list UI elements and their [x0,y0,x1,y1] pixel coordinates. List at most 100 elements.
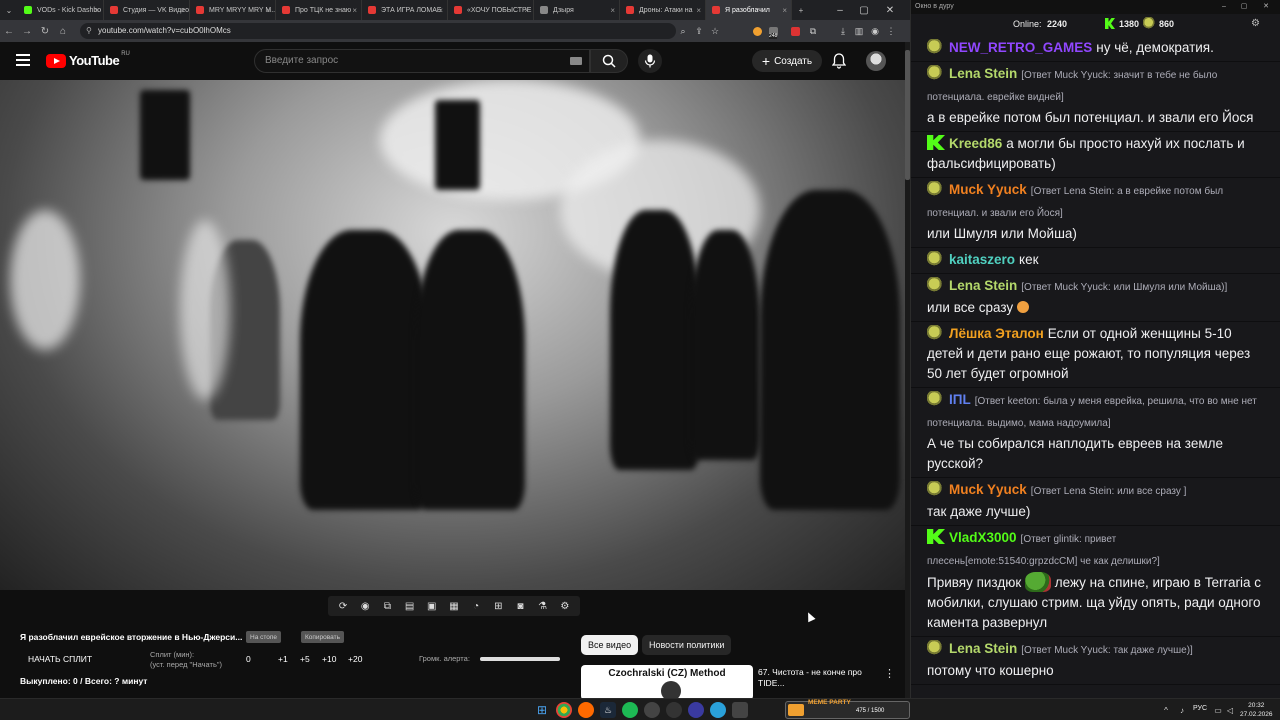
tab-close-icon[interactable]: × [352,6,357,15]
steam-taskbar-icon[interactable]: ♨ [600,702,616,718]
tab-close-icon[interactable]: × [610,6,615,15]
chat-username[interactable]: VladX3000 [949,530,1017,545]
chat-username[interactable]: kaitaszero [949,252,1015,267]
volume-icon[interactable]: ◁ [1222,702,1238,718]
chat-username[interactable]: Muck Yyuck [949,182,1027,197]
film-strip-icon[interactable]: ▤ [403,599,417,613]
tab-close-icon[interactable]: × [266,6,271,15]
browser-tab[interactable]: «ХОЧУ ПОБЫСТРЕ × [448,0,534,20]
browser-tab[interactable]: VODs - Kick Dashbo × [18,0,104,20]
audio-waves-icon[interactable]: ◉ [358,599,372,613]
browser-taskbar-icon[interactable] [578,702,594,718]
tab-close-icon[interactable]: × [94,6,99,15]
notifications-button[interactable] [830,52,848,70]
chip-politics-news[interactable]: Новости политики [642,635,732,655]
fullscreen-window-icon[interactable]: ▣ [425,599,439,613]
create-button[interactable]: + Создать [752,50,822,72]
chat-maximize-icon[interactable]: ▢ [1236,0,1252,14]
split-plus-1-button[interactable]: +1 [278,654,288,664]
tab-close-icon[interactable]: × [524,6,529,15]
maximize-window-icon[interactable]: ▢ [852,0,876,20]
search-button[interactable] [590,49,628,73]
tab-close-icon[interactable]: × [696,6,701,15]
alert-volume-slider[interactable] [480,657,560,661]
screenshot-camera-icon[interactable]: ◙ [513,599,527,613]
browser-menu-icon[interactable]: ⋮ [884,24,898,38]
split-plus-10-button[interactable]: +10 [322,654,336,664]
start-split-button[interactable]: НАЧАТЬ СПЛИТ [28,654,92,664]
app-taskbar-icon[interactable] [644,702,660,718]
media-taskbar-icon[interactable] [688,702,704,718]
pause-button[interactable]: На стопе [246,631,282,643]
chat-username[interactable]: Lena Stein [949,641,1017,656]
extensions-puzzle-icon[interactable]: ⧉ [806,24,820,38]
extension-badge-icon[interactable]: 248 [766,24,780,39]
browser-tab[interactable]: Я разоблачил × [706,0,792,20]
site-info-icon[interactable]: ⚲ [86,23,92,39]
meme-party-widget[interactable]: MEME PARTY 475 / 1500 [785,699,910,719]
browser-tab[interactable]: Дроны: Атаки на × [620,0,706,20]
chat-username[interactable]: NEW_RETRO_GAMES [949,40,1092,55]
more-options-icon[interactable]: ⋮ [884,667,895,680]
tab-close-icon[interactable]: × [180,6,185,15]
spotify-taskbar-icon[interactable] [622,702,638,718]
copy-button[interactable]: Копировать [301,631,344,643]
reload-icon[interactable]: ↻ [36,20,54,42]
chat-username[interactable]: Lena Stein [949,278,1017,293]
loop-icon[interactable]: ⟳ [336,599,350,613]
downloads-icon[interactable]: ⤓ [836,24,850,38]
tray-mic-icon[interactable]: ♪ [1174,702,1190,718]
picture-in-picture-icon[interactable]: ⧉ [380,599,394,613]
split-plus-5-button[interactable]: +5 [300,654,310,664]
recommended-thumbnail[interactable]: Czochralski (CZ) Method [581,665,753,700]
new-tab-button[interactable]: + [792,0,810,20]
tab-close-icon[interactable]: × [438,6,443,15]
chat-username[interactable]: Kreed86 [949,136,1002,151]
obs-taskbar-icon[interactable] [666,702,682,718]
browser-tab[interactable]: MRY MRYY MRY M... × [190,0,276,20]
chat-username[interactable]: Лёшка Эталон [949,326,1044,341]
search-input[interactable]: Введите запрос [254,49,590,73]
app2-taskbar-icon[interactable] [732,702,748,718]
speed-icon[interactable]: ◔ [469,599,483,613]
extension-orange-icon[interactable] [750,24,764,38]
hamburger-menu-icon[interactable] [16,54,30,66]
install-app-icon[interactable]: ⇪ [692,24,706,38]
recommended-title[interactable]: 67. Чистота - не конче про TIDE... [758,667,878,689]
clock[interactable]: 20:32 27.02.2026 [1240,701,1273,719]
tray-chevron-icon[interactable]: ^ [1158,702,1174,718]
chat-minimize-icon[interactable]: – [1216,0,1232,14]
forward-arrow-icon[interactable]: → [18,20,36,42]
chat-username[interactable]: Muck Yyuck [949,482,1027,497]
avatar[interactable] [866,51,886,71]
chrome-taskbar-icon[interactable] [556,702,572,718]
zoom-icon[interactable]: ⌕ [676,24,690,38]
home-icon[interactable]: ⌂ [54,20,72,42]
keyboard-icon[interactable] [570,57,582,65]
url-field[interactable]: ⚲ youtube.com/watch?v=cubO0lhOMcs [80,23,676,39]
chat-settings-icon[interactable]: ⚙ [1251,18,1260,29]
tab-close-icon[interactable]: × [782,6,787,15]
sidebar-icon[interactable]: ▥ [852,24,866,38]
extension-red-icon[interactable] [788,24,802,38]
keyboard-language[interactable]: РУС [1193,705,1207,712]
browser-tab[interactable]: Дзыря × [534,0,620,20]
tab-search-icon[interactable]: ⌄ [0,0,18,20]
profile-icon[interactable]: ◉ [868,24,882,38]
split-plus-20-button[interactable]: +20 [348,654,362,664]
telegram-taskbar-icon[interactable] [710,702,726,718]
browser-tab[interactable]: ЭТА ИГРА ЛОМАЕ × [362,0,448,20]
youtube-logo[interactable]: YouTube RU [46,51,130,68]
cinema-mode-icon[interactable]: ▦ [447,599,461,613]
minimize-window-icon[interactable]: – [828,0,852,20]
bookmark-star-icon[interactable]: ☆ [708,24,722,38]
windows-start-icon[interactable]: ⊞ [534,702,550,718]
chip-all-videos[interactable]: Все видео [581,635,639,655]
chat-username[interactable]: IПL [949,392,971,407]
video-player[interactable] [0,80,906,590]
chat-username[interactable]: Lena Stein [949,66,1017,81]
voice-search-button[interactable] [638,49,662,73]
flask-icon[interactable]: ⚗ [536,599,550,613]
back-arrow-icon[interactable]: ← [0,20,18,42]
settings-gear-icon[interactable]: ⚙ [558,599,572,613]
